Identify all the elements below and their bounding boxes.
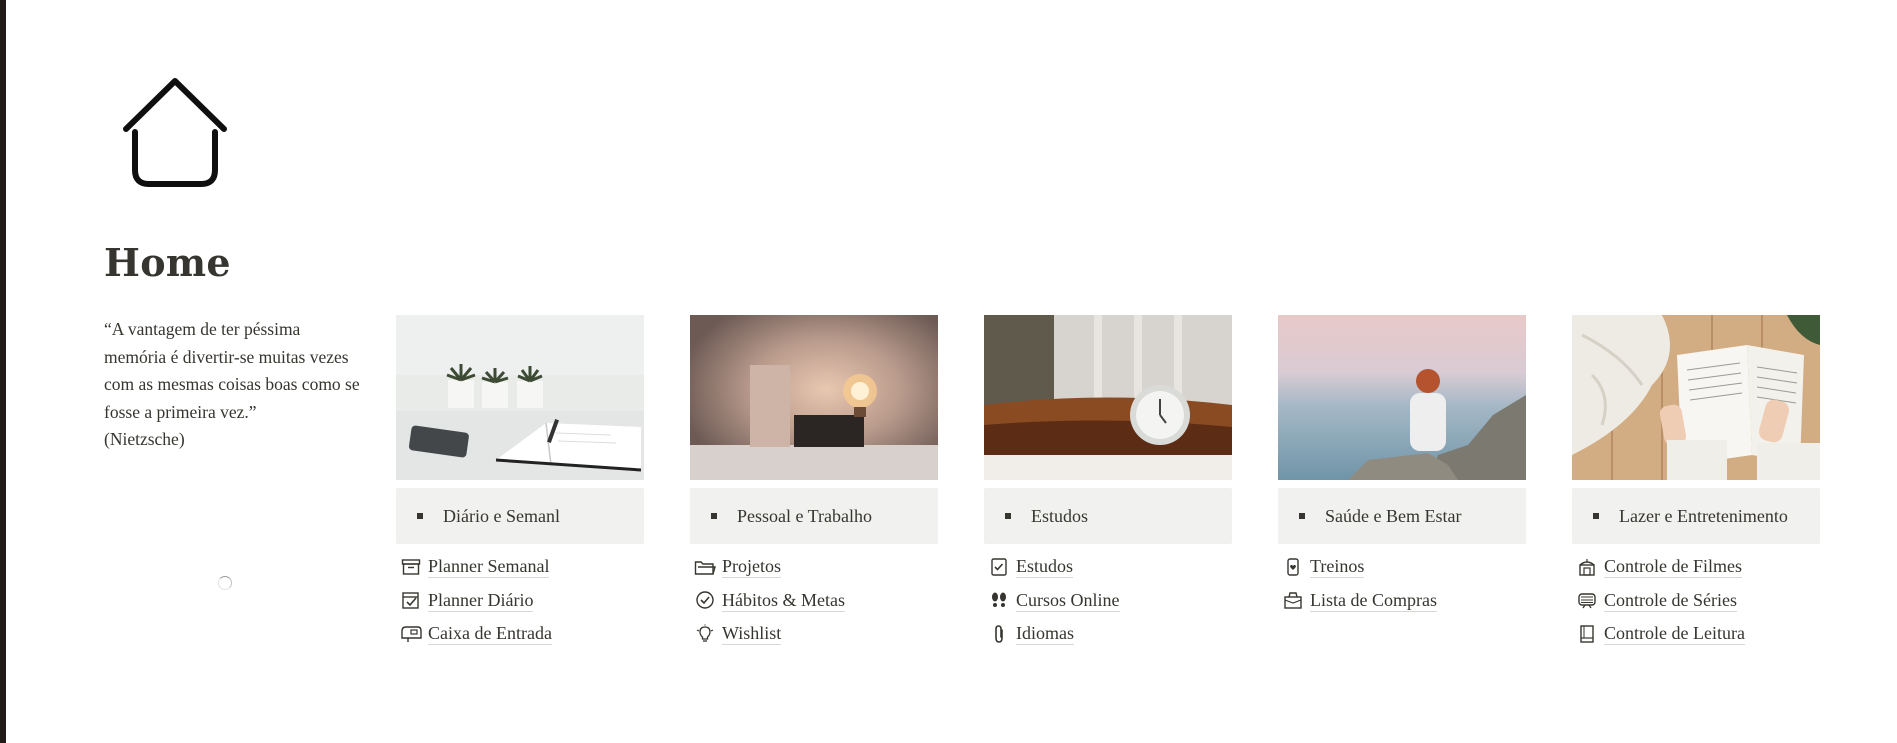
link-label: Caixa de Entrada	[428, 623, 552, 646]
section-cover-image[interactable]	[984, 315, 1232, 480]
link-wishlist[interactable]: Wishlist	[694, 617, 938, 651]
section-cover-image[interactable]	[690, 315, 938, 480]
section-links: Treinos Lista de Compras	[1278, 550, 1526, 617]
link-label: Wishlist	[722, 623, 782, 646]
link-label: Projetos	[722, 556, 782, 579]
section-callout[interactable]: Lazer e Entretenimento	[1572, 488, 1820, 544]
footprints-icon	[988, 589, 1010, 611]
section-callout[interactable]: Diário e Semanl	[396, 488, 644, 544]
section-title: Saúde e Bem Estar	[1325, 505, 1462, 526]
link-label: Cursos Online	[1016, 589, 1120, 612]
section-title: Diário e Semanl	[443, 505, 560, 526]
link-label: Hábitos & Metas	[722, 589, 845, 612]
section-saude-bem-estar: Saúde e Bem Estar Treinos Lista de Compr…	[1278, 315, 1526, 617]
link-controle-de-series[interactable]: Controle de Séries	[1576, 584, 1820, 618]
link-idiomas[interactable]: Idiomas	[988, 617, 1232, 651]
checklist-icon	[988, 556, 1010, 578]
section-title: Estudos	[1031, 505, 1089, 526]
check-circle-icon	[694, 589, 716, 611]
link-caixa-de-entrada[interactable]: Caixa de Entrada	[400, 617, 644, 651]
link-label: Planner Diário	[428, 589, 534, 612]
section-cover-image[interactable]	[396, 315, 644, 480]
book-icon	[1576, 623, 1598, 645]
window-edge	[0, 0, 6, 743]
loading-spinner-icon	[218, 576, 232, 590]
checkbox-calendar-icon	[400, 589, 422, 611]
quote-text: “A vantagem de ter péssima memória é div…	[104, 319, 360, 422]
link-label: Controle de Séries	[1604, 589, 1737, 612]
section-links: Planner Semanal Planner Diário Caixa de …	[396, 550, 644, 651]
link-estudos[interactable]: Estudos	[988, 550, 1232, 584]
section-pessoal-trabalho: Pessoal e Trabalho Projetos Hábitos & Me…	[690, 315, 938, 651]
link-label: Lista de Compras	[1310, 589, 1437, 612]
link-controle-de-leitura[interactable]: Controle de Leitura	[1576, 617, 1820, 651]
home-icon[interactable]	[118, 76, 232, 190]
bullet-icon	[417, 513, 423, 519]
section-title: Lazer e Entretenimento	[1619, 505, 1788, 526]
section-title: Pessoal e Trabalho	[737, 505, 872, 526]
link-projetos[interactable]: Projetos	[694, 550, 938, 584]
link-treinos[interactable]: Treinos	[1282, 550, 1526, 584]
page-title: Home	[104, 240, 231, 285]
paperclip-icon	[988, 623, 1010, 645]
quote-author: (Nietzsche)	[104, 429, 185, 449]
section-cover-image[interactable]	[1572, 315, 1820, 480]
bullet-icon	[1299, 513, 1305, 519]
sections-columns: Diário e Semanl Planner Semanal Planner …	[396, 315, 1822, 655]
lightbulb-icon	[694, 623, 716, 645]
link-habitos-metas[interactable]: Hábitos & Metas	[694, 584, 938, 618]
section-links: Projetos Hábitos & Metas Wishlist	[690, 550, 938, 651]
link-label: Treinos	[1310, 556, 1365, 579]
link-planner-diario[interactable]: Planner Diário	[400, 584, 644, 618]
link-label: Idiomas	[1016, 623, 1074, 646]
bullet-icon	[1593, 513, 1599, 519]
section-cover-image[interactable]	[1278, 315, 1526, 480]
phone-heart-icon	[1282, 556, 1304, 578]
link-label: Controle de Filmes	[1604, 556, 1742, 579]
link-label: Estudos	[1016, 556, 1074, 579]
archive-box-icon	[400, 556, 422, 578]
section-links: Estudos Cursos Online Idiomas	[984, 550, 1232, 651]
section-estudos: Estudos Estudos Cursos Online Idiomas	[984, 315, 1232, 651]
folder-icon	[694, 556, 716, 578]
quote-block: “A vantagem de ter péssima memória é div…	[104, 316, 360, 454]
link-label: Controle de Leitura	[1604, 623, 1745, 646]
section-callout[interactable]: Pessoal e Trabalho	[690, 488, 938, 544]
link-lista-de-compras[interactable]: Lista de Compras	[1282, 584, 1526, 618]
section-diario: Diário e Semanl Planner Semanal Planner …	[396, 315, 644, 651]
link-controle-de-filmes[interactable]: Controle de Filmes	[1576, 550, 1820, 584]
link-label: Planner Semanal	[428, 556, 550, 579]
section-callout[interactable]: Saúde e Bem Estar	[1278, 488, 1526, 544]
mailbox-icon	[400, 623, 422, 645]
tv-icon	[1576, 589, 1598, 611]
section-callout[interactable]: Estudos	[984, 488, 1232, 544]
section-links: Controle de Filmes Controle de Séries Co…	[1572, 550, 1820, 651]
section-lazer-entretenimento: Lazer e Entretenimento Controle de Filme…	[1572, 315, 1820, 651]
shopping-bag-icon	[1282, 589, 1304, 611]
bullet-icon	[711, 513, 717, 519]
link-planner-semanal[interactable]: Planner Semanal	[400, 550, 644, 584]
theater-icon	[1576, 556, 1598, 578]
link-cursos-online[interactable]: Cursos Online	[988, 584, 1232, 618]
bullet-icon	[1005, 513, 1011, 519]
